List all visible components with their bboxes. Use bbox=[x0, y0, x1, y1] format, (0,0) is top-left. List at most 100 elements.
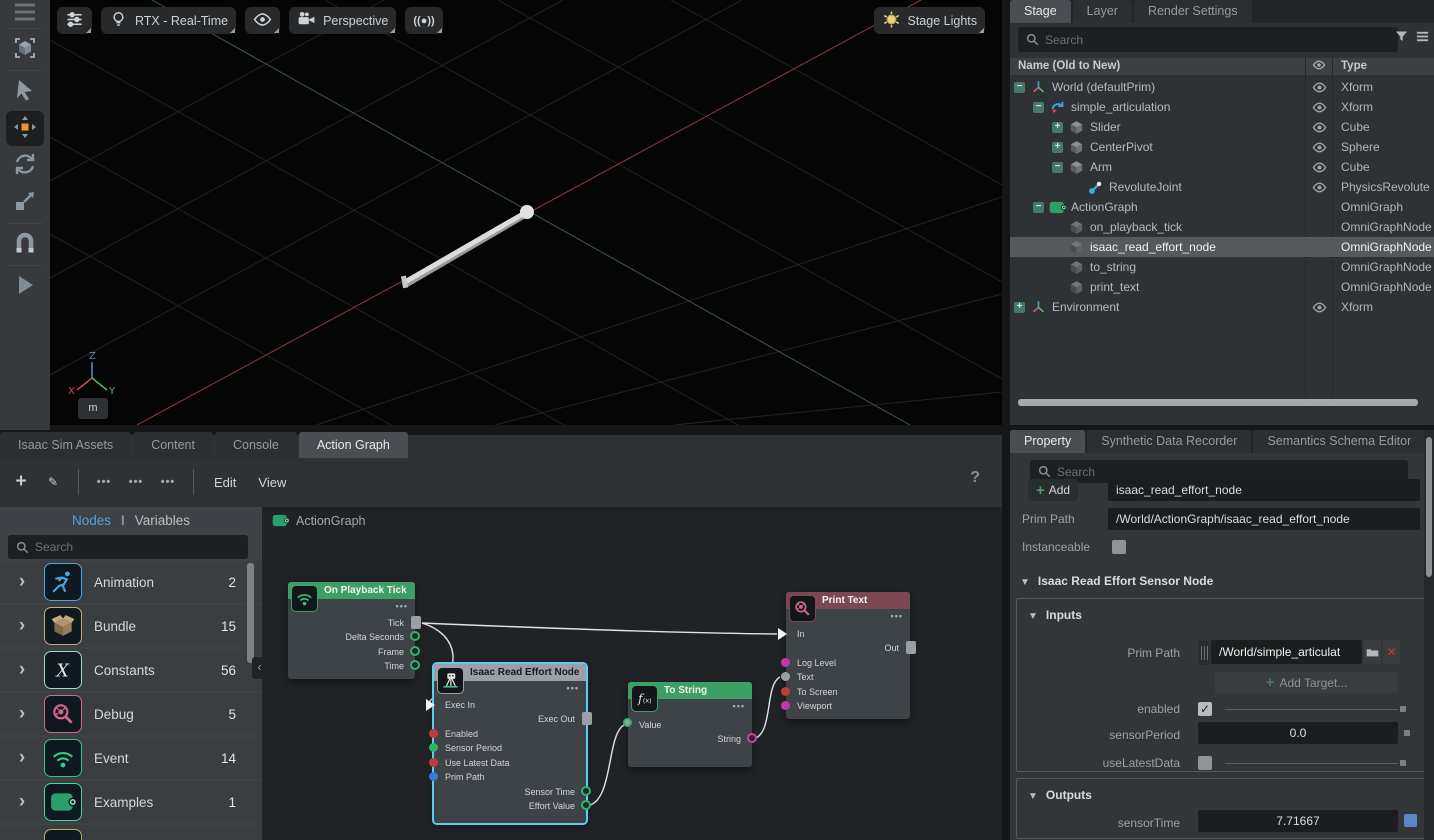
move-tool-button[interactable] bbox=[0, 110, 50, 147]
visibility-eye-icon[interactable] bbox=[1306, 157, 1332, 177]
wire-tick-to-printtext[interactable] bbox=[422, 623, 777, 634]
render-settings-button[interactable] bbox=[57, 7, 92, 34]
port-tick[interactable]: Tick bbox=[288, 616, 415, 630]
chevron-right-icon[interactable]: › bbox=[0, 615, 44, 637]
port-connector[interactable] bbox=[582, 712, 592, 725]
stage-tree-row[interactable]: print_textOmniGraphNode bbox=[1010, 277, 1434, 297]
port-connector[interactable] bbox=[429, 743, 438, 752]
input-prim-path-field[interactable]: /World/simple_articulat bbox=[1211, 640, 1362, 664]
tab-layer[interactable]: Layer bbox=[1073, 0, 1132, 23]
play-button[interactable] bbox=[0, 268, 50, 305]
category-row-partial[interactable] bbox=[0, 825, 262, 840]
port-connector[interactable] bbox=[581, 786, 591, 796]
chevron-right-icon[interactable]: › bbox=[0, 791, 44, 813]
port-connector[interactable] bbox=[781, 672, 790, 681]
category-row-animation[interactable]: ›Animation2 bbox=[0, 561, 262, 603]
stage-tree-row[interactable]: +SliderCube bbox=[1010, 117, 1434, 137]
edit-graph-button[interactable]: ✎ bbox=[42, 470, 64, 494]
port-sensor-time[interactable]: Sensor Time bbox=[434, 785, 586, 799]
chevron-right-icon[interactable]: › bbox=[0, 703, 44, 725]
camera-button[interactable]: Perspective bbox=[289, 7, 396, 34]
column-type-header[interactable]: Type bbox=[1341, 60, 1367, 72]
stage-tree-row[interactable]: −simple_articulationXform bbox=[1010, 97, 1434, 117]
port-to-screen[interactable]: To Screen bbox=[786, 685, 910, 699]
tab-nodes[interactable]: Nodes bbox=[72, 513, 111, 528]
port-connector[interactable] bbox=[781, 687, 790, 696]
port-exec-out[interactable]: Exec Out bbox=[434, 712, 586, 726]
port-connector[interactable] bbox=[410, 631, 420, 641]
port-connector[interactable] bbox=[426, 699, 435, 711]
library-scrollbar-thumb[interactable] bbox=[247, 563, 254, 663]
port-out[interactable]: Out bbox=[786, 641, 910, 655]
port-connector[interactable] bbox=[747, 733, 757, 743]
port-connector[interactable] bbox=[429, 729, 438, 738]
port-log-level[interactable]: Log Level bbox=[786, 656, 910, 670]
category-row-event[interactable]: ›Event14 bbox=[0, 737, 262, 779]
prim-name-field[interactable]: isaac_read_effort_node bbox=[1108, 479, 1420, 501]
outputs-header[interactable]: ▼Outputs bbox=[1018, 784, 1434, 806]
category-row-examples[interactable]: ›Examples1 bbox=[0, 781, 262, 823]
tab-stage[interactable]: Stage bbox=[1010, 0, 1071, 23]
tab-semantics-schema-editor[interactable]: Semantics Schema Editor bbox=[1253, 430, 1425, 453]
center-pivot-sphere[interactable] bbox=[520, 205, 534, 219]
sensor-period-field[interactable]: 0.0 bbox=[1198, 722, 1398, 744]
render-mode-button[interactable]: RTX - Real-Time bbox=[101, 7, 236, 34]
stage-tree-row[interactable]: +EnvironmentXform bbox=[1010, 297, 1434, 317]
visibility-eye-icon[interactable] bbox=[1306, 97, 1332, 117]
stage-horizontal-scrollbar[interactable] bbox=[1018, 399, 1418, 406]
tab-content[interactable]: Content bbox=[133, 432, 213, 458]
stage-lights-button[interactable]: Stage Lights bbox=[874, 7, 986, 34]
port-enabled[interactable]: Enabled bbox=[434, 727, 586, 741]
chevron-right-icon[interactable]: › bbox=[0, 659, 44, 681]
viewport-3d[interactable]: RTX - Real-Time Perspective ((●)) Stage … bbox=[50, 0, 1002, 425]
browse-folder-button[interactable] bbox=[1364, 640, 1381, 664]
port-frame[interactable]: Frame bbox=[288, 645, 415, 659]
port-prim-path[interactable]: Prim Path bbox=[434, 770, 586, 784]
tab-render-settings[interactable]: Render Settings bbox=[1134, 0, 1252, 23]
stage-tree-row[interactable]: −ActionGraphOmniGraph bbox=[1010, 197, 1434, 217]
instanceable-checkbox[interactable] bbox=[1112, 540, 1126, 554]
add-button[interactable]: +Add bbox=[1028, 479, 1078, 501]
add-target-button[interactable]: +Add Target... bbox=[1215, 672, 1398, 693]
port-connector[interactable] bbox=[781, 658, 790, 667]
scale-tool-button[interactable] bbox=[0, 184, 50, 221]
reset-default-handle[interactable] bbox=[1400, 706, 1406, 712]
menu-button[interactable] bbox=[0, 0, 50, 26]
node-search-input[interactable]: Search bbox=[8, 535, 248, 559]
chevron-right-icon[interactable]: › bbox=[0, 571, 44, 593]
reset-default-handle[interactable] bbox=[1400, 760, 1406, 766]
enabled-checkbox[interactable]: ✓ bbox=[1198, 702, 1212, 716]
wire-effort-to-value[interactable] bbox=[586, 725, 624, 806]
stage-tree-row[interactable]: −ArmCube bbox=[1010, 157, 1434, 177]
visibility-eye-icon[interactable] bbox=[1306, 77, 1332, 97]
collapse-icon[interactable]: − bbox=[1033, 102, 1044, 113]
new-graph-button[interactable]: + bbox=[10, 470, 32, 494]
select-mode-button[interactable] bbox=[0, 31, 50, 68]
visibility-eye-icon[interactable] bbox=[1306, 177, 1332, 197]
drag-handle[interactable] bbox=[1198, 641, 1210, 665]
graph-node-to-string[interactable]: To Stringf(x)•••ValueString bbox=[628, 682, 752, 767]
port-viewport[interactable]: Viewport bbox=[786, 699, 910, 713]
port-effort-value[interactable]: Effort Value bbox=[434, 799, 586, 813]
view-menu[interactable]: View bbox=[252, 475, 292, 490]
node-menu-dots[interactable]: ••• bbox=[733, 701, 745, 711]
stage-tree-row[interactable]: on_playback_tickOmniGraphNode bbox=[1010, 217, 1434, 237]
visibility-button[interactable] bbox=[245, 7, 280, 34]
visibility-eye-icon[interactable] bbox=[1306, 117, 1332, 137]
layout-preset-button-1[interactable]: ••• bbox=[93, 470, 115, 494]
port-time[interactable]: Time bbox=[288, 659, 415, 673]
axis-gizmo[interactable]: Z X Y m bbox=[62, 350, 122, 422]
column-name-header[interactable]: Name (Old to New) bbox=[1018, 60, 1120, 72]
wire-string-to-text[interactable] bbox=[752, 677, 780, 739]
port-value[interactable]: Value bbox=[628, 718, 752, 732]
port-connector[interactable] bbox=[429, 758, 438, 767]
edit-menu[interactable]: Edit bbox=[208, 475, 242, 490]
port-sensor-period[interactable]: Sensor Period bbox=[434, 741, 586, 755]
port-connector[interactable] bbox=[781, 701, 790, 710]
inputs-header[interactable]: ▼Inputs bbox=[1018, 604, 1434, 626]
collapse-icon[interactable]: − bbox=[1052, 162, 1063, 173]
collapse-icon[interactable]: − bbox=[1033, 202, 1044, 213]
snap-magnet-button[interactable] bbox=[0, 226, 50, 263]
layout-preset-button-3[interactable]: ••• bbox=[157, 470, 179, 494]
tab-isaac-sim-assets[interactable]: Isaac Sim Assets bbox=[0, 432, 131, 458]
